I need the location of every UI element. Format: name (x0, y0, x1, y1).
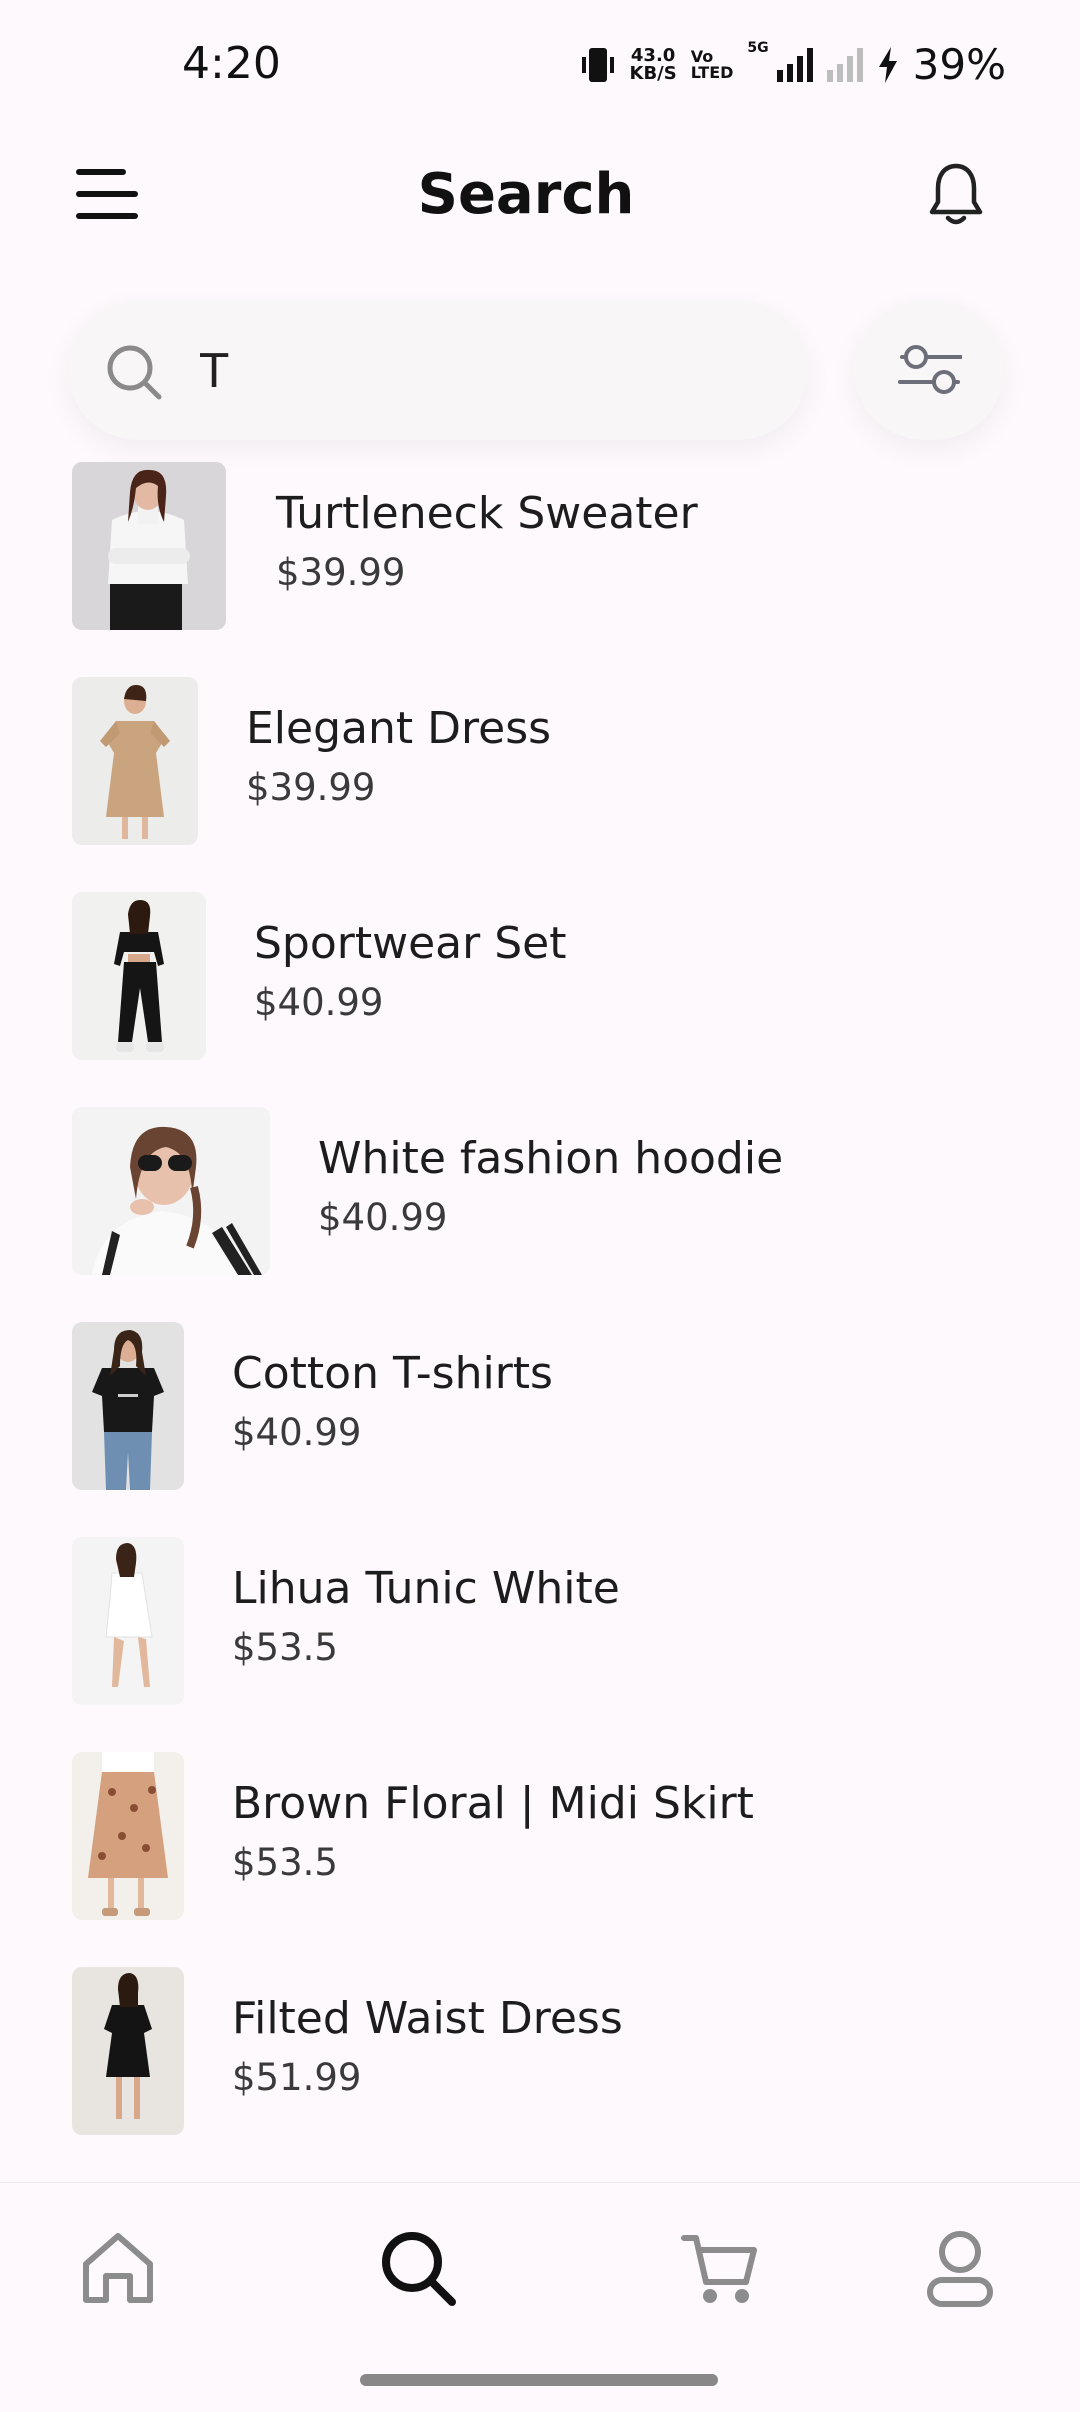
charging-icon (878, 46, 897, 83)
list-item[interactable]: Elegant Dress $39.99 (72, 677, 1032, 845)
battery-percent: 39% (912, 40, 1006, 89)
home-indicator[interactable] (360, 2374, 718, 2386)
product-image (72, 892, 206, 1060)
nav-home[interactable] (78, 2228, 158, 2308)
product-name: Lihua Tunic White (232, 1563, 620, 1614)
filter-button[interactable] (854, 300, 1004, 440)
search-bar (68, 300, 808, 440)
list-item[interactable]: Sportwear Set $40.99 (72, 892, 1032, 1060)
product-image (72, 1967, 184, 2135)
vibrate-icon (581, 47, 614, 82)
product-name: Sportwear Set (254, 918, 567, 969)
product-image (72, 677, 198, 845)
nav-search[interactable] (378, 2228, 458, 2308)
product-image (72, 1107, 270, 1275)
product-name: Filted Waist Dress (232, 1993, 623, 2044)
product-name: Turtleneck Sweater (276, 488, 698, 539)
product-price: $53.5 (232, 1841, 338, 1884)
product-price: $40.99 (318, 1196, 448, 1239)
search-icon (107, 345, 162, 400)
product-price: $40.99 (254, 981, 384, 1024)
network-type: 5G (747, 40, 769, 56)
product-name: Brown Floral | Midi Skirt (232, 1778, 754, 1829)
product-price: $53.5 (232, 1626, 338, 1669)
list-item[interactable]: Cotton T-shirts $40.99 (72, 1322, 1032, 1490)
page-title: Search (417, 162, 635, 227)
status-bar: 4:20 43.0 KB/S Vo LTED 5G 39% (0, 0, 1080, 130)
product-name: White fashion hoodie (318, 1133, 784, 1184)
list-item[interactable]: Turtleneck Sweater $39.99 (72, 462, 1032, 630)
cart-icon (681, 2235, 757, 2303)
product-price: $39.99 (276, 551, 406, 594)
nav-cart[interactable] (680, 2228, 760, 2308)
product-name: Cotton T-shirts (232, 1348, 553, 1399)
list-item[interactable]: Lihua Tunic White $53.5 (72, 1537, 1032, 1705)
list-item[interactable]: Filted Waist Dress $51.99 (72, 1967, 1032, 2135)
product-image (72, 1537, 184, 1705)
app-header: Search (0, 150, 1080, 250)
profile-icon (927, 2231, 993, 2307)
product-price: $40.99 (232, 1411, 362, 1454)
volte-indicator: Vo LTED (690, 46, 734, 82)
status-icons: 43.0 KB/S Vo LTED 5G 39% (580, 40, 1006, 89)
status-time: 4:20 (182, 38, 281, 89)
list-item[interactable]: Brown Floral | Midi Skirt $53.5 (72, 1752, 1032, 1920)
filter-sliders-icon (898, 345, 962, 394)
product-name: Elegant Dress (246, 703, 552, 754)
net-speed: 43.0 KB/S (629, 44, 677, 84)
list-item[interactable]: White fashion hoodie $40.99 (72, 1107, 1032, 1275)
product-image (72, 1752, 184, 1920)
home-icon (83, 2233, 153, 2303)
product-price: $39.99 (246, 766, 376, 809)
bottom-navigation (0, 2182, 1080, 2363)
product-image (72, 462, 226, 630)
product-price: $51.99 (232, 2056, 362, 2099)
bell-icon[interactable] (926, 160, 986, 230)
signal-icon (776, 47, 813, 82)
signal-secondary-icon (826, 47, 863, 82)
product-image (72, 1322, 184, 1490)
search-input[interactable] (198, 335, 762, 407)
nav-profile[interactable] (920, 2228, 1000, 2308)
search-icon (382, 2232, 456, 2306)
